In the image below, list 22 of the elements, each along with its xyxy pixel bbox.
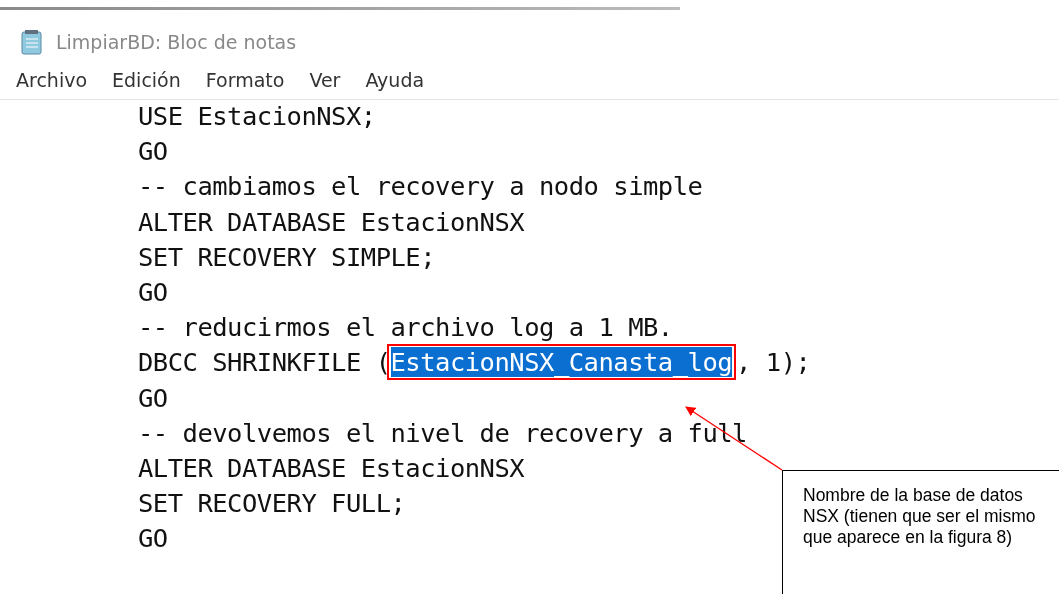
code-line: GO bbox=[138, 136, 168, 167]
selected-text: EstacionNSX_Canasta_log bbox=[390, 347, 733, 378]
code-text: , 1); bbox=[736, 347, 811, 378]
code-line: GO bbox=[138, 523, 168, 554]
code-line: -- reducirmos el archivo log a 1 MB. bbox=[138, 312, 673, 343]
code-line: GO bbox=[138, 276, 168, 307]
menu-item[interactable]: Archivo bbox=[16, 69, 88, 99]
code-text: DBCC SHRINKFILE ( bbox=[138, 347, 391, 378]
code-line: GO bbox=[138, 382, 168, 413]
code-line: SET RECOVERY FULL; bbox=[138, 488, 406, 519]
code-line: -- cambiamos el recovery a nodo simple bbox=[138, 171, 703, 202]
window-title: LimpiarBD: Bloc de notas bbox=[56, 31, 297, 53]
code-line: SET RECOVERY SIMPLE; bbox=[138, 241, 436, 272]
code-line: ALTER DATABASE EstacionNSX bbox=[138, 452, 525, 483]
menu-item[interactable]: Formato bbox=[205, 69, 285, 99]
callout-text: Nombre de la base de datos NSX (tienen que ser el mismo que aparece en la figura 8) bbox=[803, 485, 1037, 548]
menu-item[interactable]: Ayuda bbox=[365, 69, 425, 99]
code-line: ALTER DATABASE EstacionNSX bbox=[138, 206, 525, 237]
code-line: USE EstacionNSX; bbox=[138, 101, 376, 131]
menu-item[interactable]: Edición bbox=[112, 69, 181, 99]
notepad-icon bbox=[20, 29, 44, 55]
menu-item[interactable]: Ver bbox=[309, 69, 341, 99]
